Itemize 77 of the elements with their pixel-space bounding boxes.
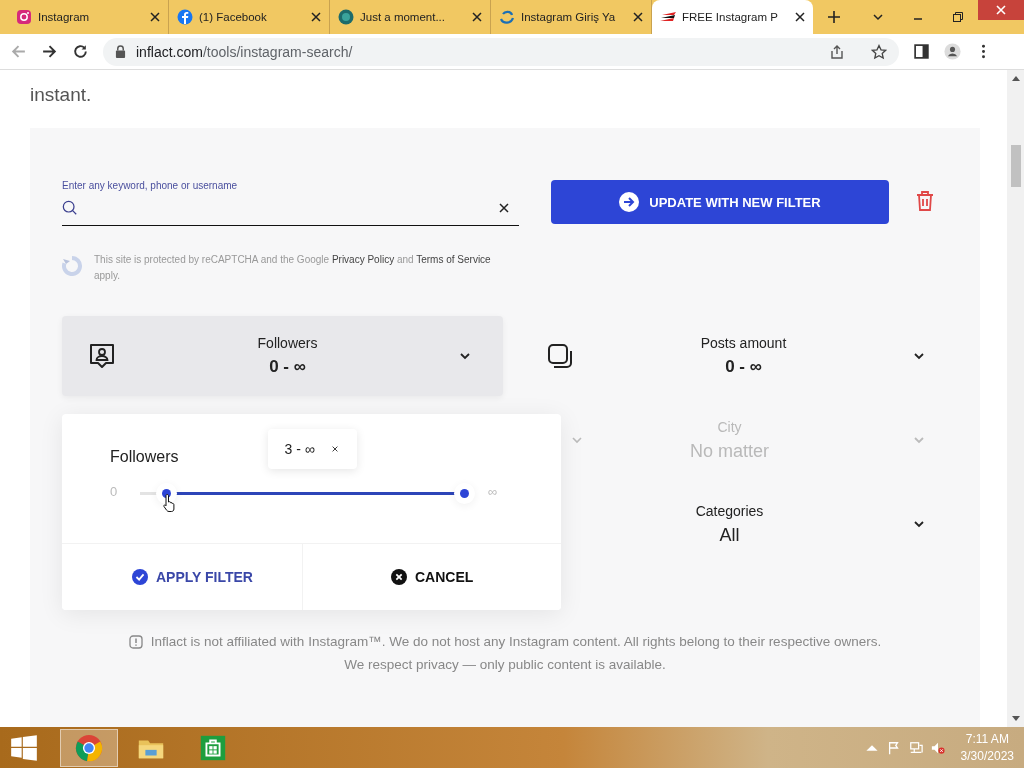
filter-value: 0 - ∞	[269, 357, 306, 377]
min-label: 0	[110, 484, 119, 499]
tab-title: Instagram	[38, 11, 91, 23]
windows-start-icon[interactable]	[10, 733, 38, 762]
trash-icon[interactable]	[915, 190, 935, 212]
star-icon[interactable]	[871, 43, 887, 60]
filter-dropdown[interactable]: Posts amount 0 - ∞	[520, 316, 957, 396]
close-icon[interactable]	[150, 12, 160, 22]
f-icon	[177, 9, 193, 25]
filter-label: Posts amount	[700, 335, 787, 351]
popup-title: Followers	[110, 448, 179, 466]
scroll-down-icon[interactable]	[1011, 716, 1020, 722]
chevron-icon	[913, 352, 925, 360]
close-icon[interactable]	[311, 12, 321, 22]
range-value: 3 - ∞	[284, 441, 315, 457]
profile-icon[interactable]	[944, 43, 961, 60]
chrome-icon	[74, 732, 104, 763]
scrollbar[interactable]	[1007, 70, 1024, 727]
arrow-circle-icon	[619, 192, 640, 212]
reload-icon[interactable]	[72, 43, 89, 60]
side-panel-icon[interactable]	[913, 43, 930, 60]
forward-icon[interactable]	[41, 43, 58, 60]
taskbar-app[interactable]	[60, 728, 118, 767]
terms-link[interactable]: Terms of Service	[416, 254, 491, 265]
url-text: inflact.com/tools/instagram-search/	[136, 43, 353, 60]
close-window-button[interactable]	[978, 0, 1024, 20]
recaptcha-icon	[62, 256, 82, 276]
tab-title: Just a moment...	[360, 11, 446, 23]
muted-speaker-icon[interactable]	[930, 740, 945, 755]
update-filter-button[interactable]: UPDATE WITH NEW FILTER	[551, 180, 889, 224]
search-icon	[62, 200, 78, 216]
chevron-icon	[913, 520, 925, 528]
close-icon[interactable]	[330, 445, 339, 453]
tab-title: (1) Facebook	[199, 11, 268, 23]
disclaimer-text: Inflact is not affiliated with Instagram™. We do not host any Instagram content. All rights belong to their respective owners.	[150, 634, 882, 649]
filter-value: All	[719, 524, 740, 546]
filter-dropdown[interactable]: Followers 0 - ∞	[62, 316, 503, 396]
hand-cursor-icon	[161, 493, 178, 513]
filter-label: Categories	[695, 502, 764, 519]
share-icon[interactable]	[829, 43, 845, 60]
intro-text: instant.	[30, 84, 93, 107]
max-label: ∞	[488, 484, 499, 499]
browser-tab[interactable]: FREE Instagram P	[652, 0, 813, 34]
chevron-icon	[459, 352, 471, 360]
recaptcha-notice: This site is protected by reCAPTCHA and the Google Privacy Policy and Terms of Service apply.	[94, 253, 491, 283]
check-circle-icon	[132, 569, 148, 585]
restore-icon[interactable]	[952, 11, 964, 23]
close-icon	[995, 4, 1007, 16]
disclaimer-text: We respect privacy — only public content is available.	[344, 657, 666, 672]
address-field[interactable]: inflact.com/tools/instagram-search/	[103, 37, 899, 66]
filter-label: City	[717, 418, 742, 435]
privacy-policy-link[interactable]: Privacy Policy	[331, 254, 395, 265]
scroll-thumb[interactable]	[1010, 145, 1021, 187]
stacked-squares-icon	[546, 342, 574, 370]
close-icon[interactable]	[472, 12, 482, 22]
filter-value: 0 - ∞	[725, 357, 762, 377]
tab-title: FREE Instagram P	[682, 11, 779, 23]
tab-title: Instagram Giriş Ya	[521, 11, 617, 23]
search-field[interactable]: Enter any keyword, phone or username	[62, 180, 519, 226]
cancel-button[interactable]: CANCEL	[303, 544, 561, 610]
close-icon[interactable]	[633, 12, 643, 22]
filter-label: Followers	[257, 335, 318, 351]
info-icon	[128, 634, 143, 649]
globe-icon	[338, 9, 354, 25]
new-tab-icon[interactable]	[827, 10, 841, 24]
filter-value: No matter	[690, 440, 769, 462]
chevron-icon	[913, 436, 925, 444]
camera-icon	[16, 9, 32, 25]
close-circle-icon	[391, 569, 407, 585]
lock-icon	[115, 45, 126, 58]
apply-filter-button[interactable]: APPLY FILTER	[62, 544, 303, 610]
swirl-icon	[499, 9, 515, 25]
chevron-down-icon[interactable]	[872, 11, 884, 23]
scroll-up-icon[interactable]	[1011, 75, 1020, 81]
close-icon[interactable]	[795, 12, 805, 22]
user-icon	[88, 342, 116, 370]
clear-icon[interactable]	[499, 203, 509, 213]
